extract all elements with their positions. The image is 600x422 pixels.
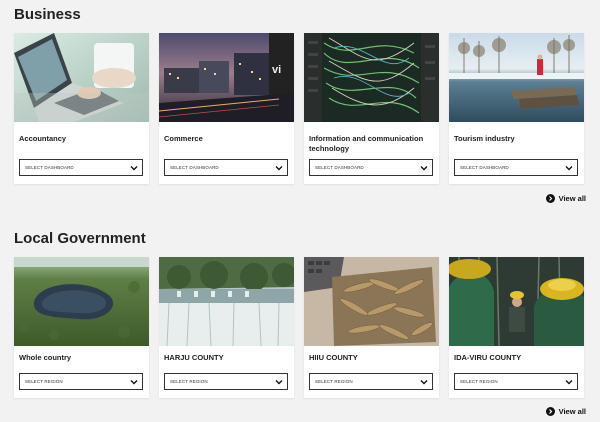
card-tourism[interactable]: Tourism industry SELECT DASHBOARD [449, 33, 584, 184]
chevron-down-icon [420, 166, 428, 171]
select-dashboard-dropdown[interactable]: SELECT DASHBOARD [309, 159, 433, 176]
card-title: IDA-VIRU COUNTY [454, 353, 522, 362]
view-all-link[interactable]: View all [545, 407, 586, 416]
select-label: SELECT REGION [315, 379, 353, 384]
card-title: HARJU COUNTY [164, 353, 224, 362]
card-commerce[interactable]: vi Commerce SELECT DASHBOARD [159, 33, 294, 184]
card-title: Accountancy [19, 134, 67, 143]
card-title: Whole country [19, 353, 72, 362]
card-title: Information and communication technology [309, 134, 424, 153]
card-whole-country[interactable]: Whole country SELECT REGION [14, 257, 149, 398]
select-region-dropdown[interactable]: SELECT REGION [164, 373, 288, 390]
select-label: SELECT DASHBOARD [460, 165, 509, 170]
winter-lake-photo [449, 33, 584, 122]
card-harju-county[interactable]: HARJU COUNTY SELECT REGION [159, 257, 294, 398]
chevron-down-icon [130, 380, 138, 385]
card-ida-viru-county[interactable]: IDA-VIRU COUNTY SELECT REGION [449, 257, 584, 398]
select-label: SELECT REGION [170, 379, 208, 384]
card-title: HIIU COUNTY [309, 353, 358, 362]
sprats-tin-photo [304, 257, 439, 346]
arrow-right-circle-icon [545, 194, 555, 203]
section-title: Local Government [14, 230, 146, 247]
arrow-right-circle-icon [545, 407, 555, 416]
select-region-dropdown[interactable]: SELECT REGION [19, 373, 143, 390]
card-accountancy[interactable]: Accountancy SELECT DASHBOARD [14, 33, 149, 184]
select-label: SELECT REGION [460, 379, 498, 384]
chevron-down-icon [420, 380, 428, 385]
card-hiiu-county[interactable]: HIIU COUNTY SELECT REGION [304, 257, 439, 398]
view-all-label: View all [558, 407, 586, 416]
city-evening-photo: vi [159, 33, 294, 122]
waterfall-photo [159, 257, 294, 346]
card-title: Commerce [164, 134, 203, 143]
chevron-down-icon [565, 166, 573, 171]
view-all-link[interactable]: View all [545, 194, 586, 203]
chevron-down-icon [130, 166, 138, 171]
select-label: SELECT DASHBOARD [170, 165, 219, 170]
card-title: Tourism industry [454, 134, 515, 143]
select-label: SELECT DASHBOARD [315, 165, 364, 170]
chevron-down-icon [275, 166, 283, 171]
chevron-down-icon [275, 380, 283, 385]
laptop-office-photo [14, 33, 149, 122]
select-dashboard-dropdown[interactable]: SELECT DASHBOARD [19, 159, 143, 176]
select-label: SELECT DASHBOARD [25, 165, 74, 170]
forest-lake-aerial-photo [14, 257, 149, 346]
select-region-dropdown[interactable]: SELECT REGION [454, 373, 578, 390]
miners-helmets-photo [449, 257, 584, 346]
svg-text:vi: vi [272, 64, 281, 76]
select-region-dropdown[interactable]: SELECT REGION [309, 373, 433, 390]
view-all-label: View all [558, 194, 586, 203]
select-label: SELECT REGION [25, 379, 63, 384]
card-ict[interactable]: Information and communication technology… [304, 33, 439, 184]
server-cables-photo [304, 33, 439, 122]
chevron-down-icon [565, 380, 573, 385]
select-dashboard-dropdown[interactable]: SELECT DASHBOARD [454, 159, 578, 176]
select-dashboard-dropdown[interactable]: SELECT DASHBOARD [164, 159, 288, 176]
section-title: Business [14, 6, 81, 23]
